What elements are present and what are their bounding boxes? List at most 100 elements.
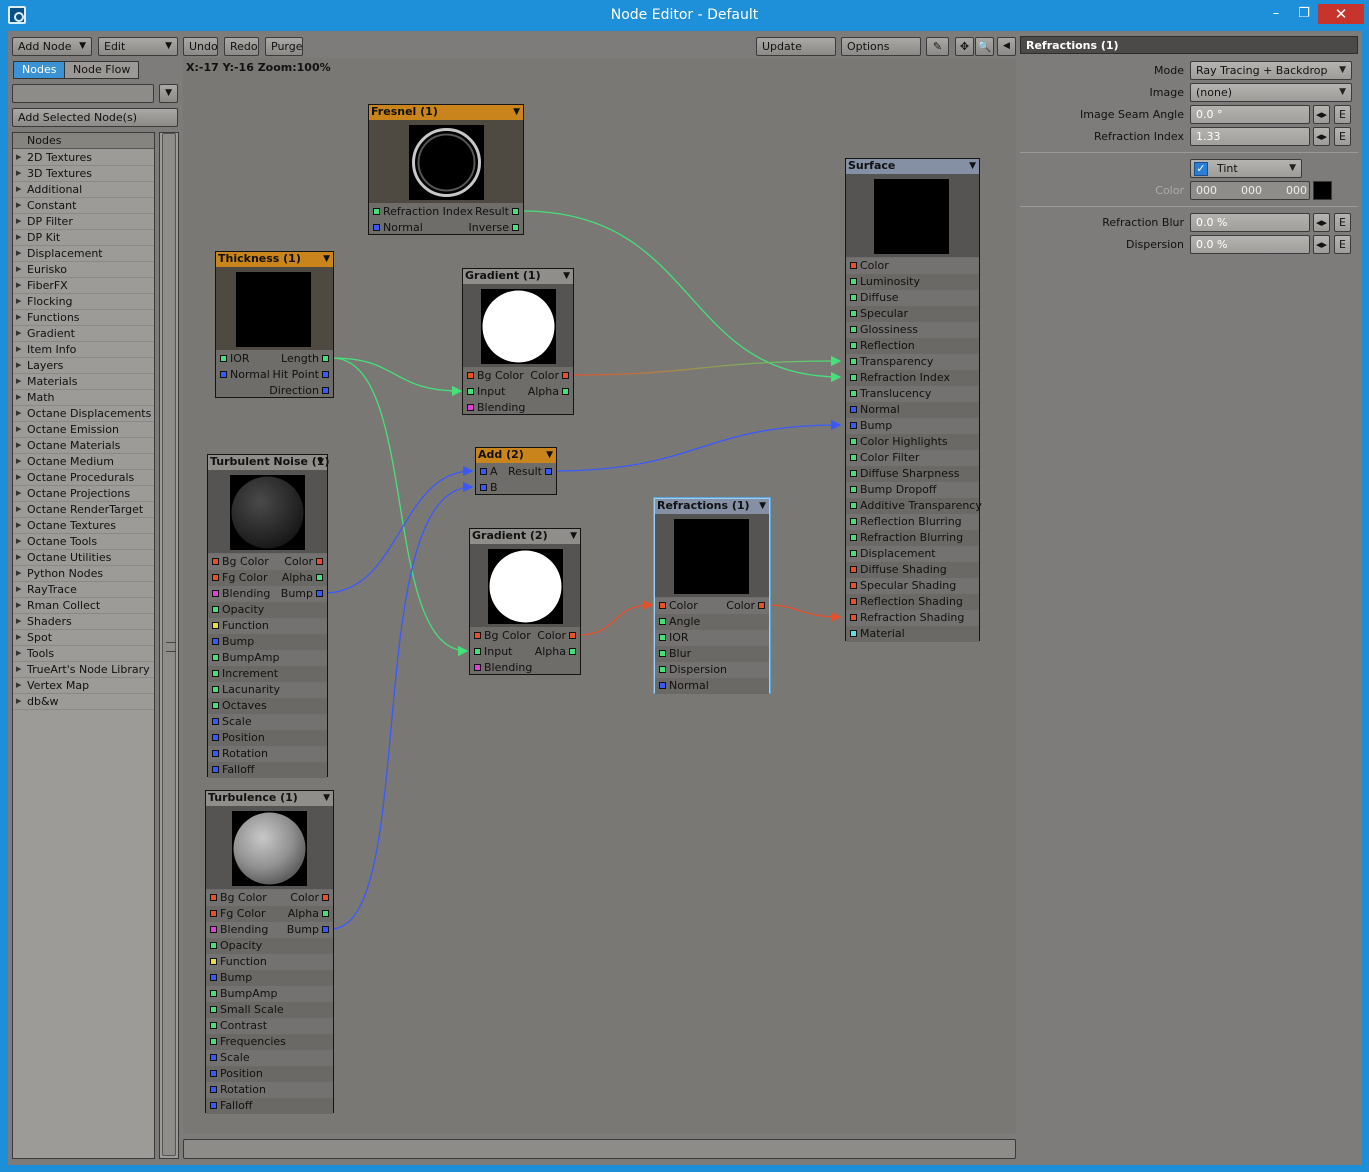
- input-port[interactable]: [850, 518, 857, 525]
- input-port[interactable]: [850, 582, 857, 589]
- input-port[interactable]: [850, 630, 857, 637]
- input-port[interactable]: [850, 598, 857, 605]
- input-port[interactable]: [659, 634, 666, 641]
- input-port[interactable]: [850, 406, 857, 413]
- output-port[interactable]: [316, 558, 323, 565]
- input-port[interactable]: [850, 310, 857, 317]
- input-port[interactable]: [373, 208, 380, 215]
- input-port[interactable]: [850, 502, 857, 509]
- input-port[interactable]: [850, 550, 857, 557]
- node-title[interactable]: Surface: [846, 159, 979, 174]
- node-refractions[interactable]: Refractions (1) Color Color Angle IOR Blur Di…: [654, 498, 770, 694]
- output-port[interactable]: [322, 371, 329, 378]
- input-port[interactable]: [210, 942, 217, 949]
- output-port[interactable]: [322, 355, 329, 362]
- input-port[interactable]: [850, 534, 857, 541]
- node-surface[interactable]: Surface Color Luminosity Diffuse Specular Gl…: [845, 158, 982, 642]
- input-port[interactable]: [212, 718, 219, 725]
- color-swatch[interactable]: [1313, 181, 1332, 200]
- output-port[interactable]: [569, 648, 576, 655]
- envelope-button[interactable]: E: [1334, 127, 1351, 146]
- input-port[interactable]: [212, 558, 219, 565]
- node-fresnel[interactable]: Fresnel (1) Refraction IndexResult Norma…: [368, 104, 524, 235]
- input-port[interactable]: [480, 468, 487, 475]
- node-add[interactable]: Add (2) AResult B: [475, 447, 557, 495]
- slider-arrows-icon[interactable]: ◂▸: [1313, 235, 1330, 254]
- input-port[interactable]: [210, 1006, 217, 1013]
- input-port[interactable]: [850, 566, 857, 573]
- input-port[interactable]: [850, 454, 857, 461]
- node-title[interactable]: Thickness (1): [216, 252, 333, 267]
- input-port[interactable]: [659, 682, 666, 689]
- node-gradient-1[interactable]: Gradient (1) Bg ColorColor InputAlpha Bl…: [462, 268, 574, 415]
- input-port[interactable]: [212, 750, 219, 757]
- input-port[interactable]: [210, 1054, 217, 1061]
- input-port[interactable]: [212, 622, 219, 629]
- node-turbulence[interactable]: Turbulence (1) Bg Color Color Fg Color Alph…: [205, 790, 334, 1114]
- node-title[interactable]: Turbulent Noise (1): [208, 455, 330, 470]
- node-gradient-2[interactable]: Gradient (2) Bg ColorColor InputAlpha Bl…: [469, 528, 581, 675]
- slider-arrows-icon[interactable]: ◂▸: [1313, 127, 1330, 146]
- input-port[interactable]: [480, 484, 487, 491]
- output-port[interactable]: [758, 602, 765, 609]
- input-port[interactable]: [220, 355, 227, 362]
- node-thickness[interactable]: Thickness (1) IORLength NormalHit Point …: [215, 251, 334, 398]
- output-port[interactable]: [316, 574, 323, 581]
- input-port[interactable]: [373, 224, 380, 231]
- input-port[interactable]: [210, 894, 217, 901]
- envelope-button[interactable]: E: [1334, 213, 1351, 232]
- output-port[interactable]: [316, 590, 323, 597]
- input-port[interactable]: [850, 374, 857, 381]
- input-port[interactable]: [212, 654, 219, 661]
- mode-select[interactable]: Ray Tracing + Backdrop: [1190, 61, 1352, 80]
- envelope-button[interactable]: E: [1334, 235, 1351, 254]
- output-port[interactable]: [512, 208, 519, 215]
- output-port[interactable]: [545, 468, 552, 475]
- input-port[interactable]: [850, 294, 857, 301]
- input-port[interactable]: [220, 371, 227, 378]
- input-port[interactable]: [210, 1022, 217, 1029]
- input-port[interactable]: [850, 278, 857, 285]
- dispersion-input[interactable]: 0.0 %: [1190, 235, 1310, 254]
- input-port[interactable]: [850, 470, 857, 477]
- input-port[interactable]: [210, 1038, 217, 1045]
- input-port[interactable]: [210, 958, 217, 965]
- input-port[interactable]: [467, 388, 474, 395]
- checkbox-checked-icon[interactable]: ✓: [1194, 162, 1208, 176]
- input-port[interactable]: [850, 422, 857, 429]
- input-port[interactable]: [212, 702, 219, 709]
- output-port[interactable]: [562, 388, 569, 395]
- output-port[interactable]: [322, 894, 329, 901]
- input-port[interactable]: [210, 990, 217, 997]
- refraction-index-input[interactable]: 1.33: [1190, 127, 1310, 146]
- input-port[interactable]: [212, 670, 219, 677]
- node-title[interactable]: Gradient (1): [463, 269, 573, 284]
- slider-arrows-icon[interactable]: ◂▸: [1313, 105, 1330, 124]
- node-title[interactable]: Refractions (1): [655, 499, 769, 514]
- input-port[interactable]: [212, 766, 219, 773]
- input-port[interactable]: [850, 390, 857, 397]
- input-port[interactable]: [212, 590, 219, 597]
- input-port[interactable]: [659, 602, 666, 609]
- input-port[interactable]: [850, 262, 857, 269]
- input-port[interactable]: [850, 326, 857, 333]
- input-port[interactable]: [210, 974, 217, 981]
- image-select[interactable]: (none): [1190, 83, 1352, 102]
- refraction-blur-input[interactable]: 0.0 %: [1190, 213, 1310, 232]
- input-port[interactable]: [850, 486, 857, 493]
- seam-angle-input[interactable]: 0.0 °: [1190, 105, 1310, 124]
- input-port[interactable]: [850, 614, 857, 621]
- input-port[interactable]: [474, 664, 481, 671]
- node-title[interactable]: Gradient (2): [470, 529, 580, 544]
- input-port[interactable]: [467, 404, 474, 411]
- node-title[interactable]: Turbulence (1): [206, 791, 333, 806]
- input-port[interactable]: [474, 632, 481, 639]
- input-port[interactable]: [659, 666, 666, 673]
- input-port[interactable]: [850, 342, 857, 349]
- node-title[interactable]: Fresnel (1): [369, 105, 523, 120]
- input-port[interactable]: [210, 1086, 217, 1093]
- node-turbulent-noise[interactable]: Turbulent Noise (1) Bg Color Color Fg Colo…: [207, 454, 330, 778]
- input-port[interactable]: [210, 910, 217, 917]
- input-port[interactable]: [467, 372, 474, 379]
- node-title[interactable]: Add (2): [476, 448, 556, 463]
